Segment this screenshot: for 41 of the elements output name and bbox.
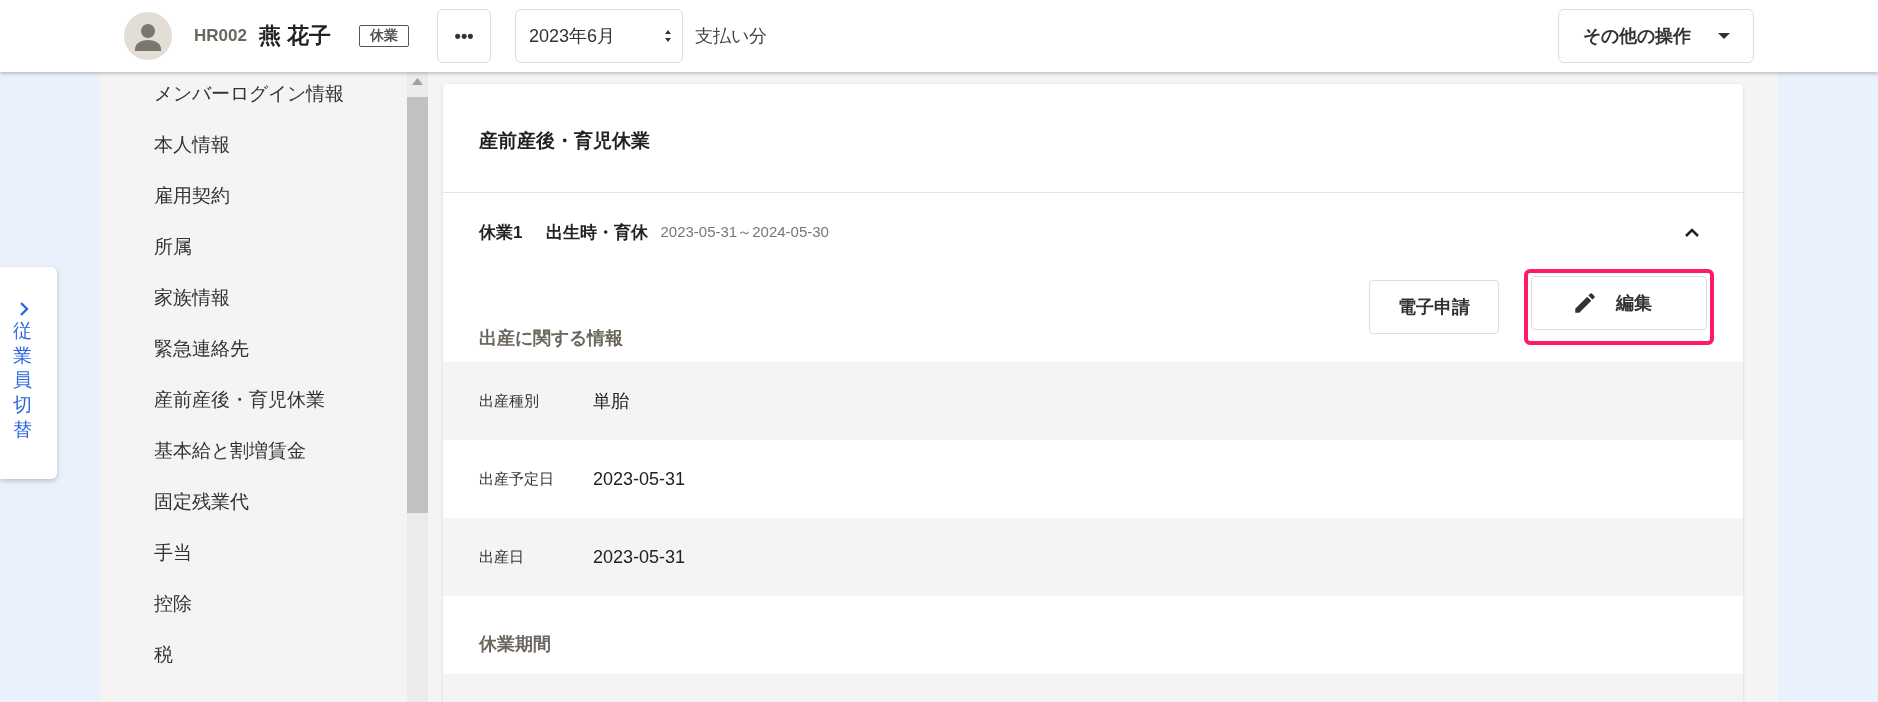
leave-title: 休業1 — [479, 222, 523, 244]
leave-type: 出生時・育休 — [546, 222, 649, 244]
pencil-icon — [1572, 290, 1598, 316]
field-value: 単胎 — [593, 390, 629, 413]
sidebar-item[interactable]: 基本給と割増賃金 — [100, 429, 407, 480]
stepper-icon — [664, 29, 673, 43]
section-heading: 休業期間 — [477, 633, 552, 656]
caret-icon — [1717, 32, 1731, 40]
scroll-up-icon[interactable] — [412, 78, 423, 85]
sidebar-item[interactable]: 雇用契約 — [100, 174, 407, 225]
field-value: 2023-05-31 — [593, 468, 686, 490]
payment-label: 支払い分 — [695, 25, 768, 48]
sidebar-item[interactable]: 固定残業代 — [100, 480, 407, 531]
actions-button[interactable]: その他の操作 — [1558, 9, 1754, 63]
sidebar-item[interactable]: 本人情報 — [100, 123, 407, 174]
sidebar-item[interactable]: 所属 — [100, 225, 407, 276]
chevron-icon — [17, 301, 30, 317]
employee-id: HR002 — [194, 26, 247, 46]
status-badge: 休業 — [359, 25, 410, 47]
edit-button[interactable]: 編集 — [1531, 276, 1707, 330]
section-heading: 出産に関する情報 — [478, 327, 624, 350]
scrollbar[interactable] — [407, 72, 428, 702]
sidebar-item[interactable]: 税 — [100, 633, 407, 684]
card-title: 産前産後・育児休業 — [443, 84, 1743, 193]
sidebar-item[interactable]: メンバーログイン情報 — [100, 72, 407, 123]
field-label: 出産日 — [479, 547, 525, 567]
more-button[interactable]: ••• — [437, 9, 492, 63]
employee-switch-tab[interactable]: 従業員切替 — [0, 267, 57, 479]
sidebar-item[interactable]: 手当 — [100, 531, 407, 582]
field-value: 2023-05-31 — [593, 546, 686, 568]
employee-name: 燕 花子 — [258, 22, 332, 50]
avatar-icon — [124, 12, 172, 60]
field-label: 出産種別 — [479, 391, 540, 411]
sidebar-item[interactable]: 緊急連絡先 — [100, 327, 407, 378]
sidebar-item[interactable]: 産前産後・育児休業 — [100, 378, 407, 429]
sidebar-item[interactable]: 控除 — [100, 582, 407, 633]
sidebar-item[interactable]: 家族情報 — [100, 276, 407, 327]
field-label: 出産予定日 — [479, 469, 555, 489]
leave-period: 2023-05-31～2024-05-30 — [660, 223, 829, 242]
month-select[interactable]: 2023年6月 — [515, 9, 684, 63]
apply-button[interactable]: 電子申請 — [1369, 280, 1499, 334]
